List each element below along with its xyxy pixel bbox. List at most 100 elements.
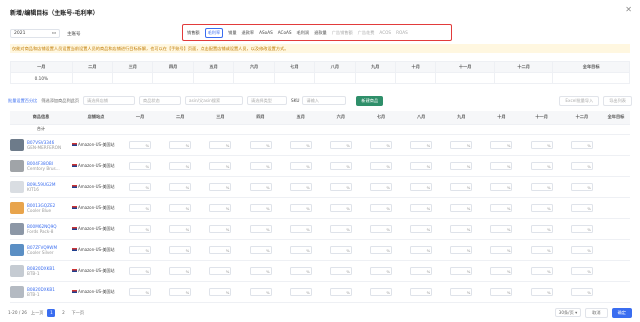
percent-input[interactable]: % [570,140,593,149]
page-size-select[interactable]: 30条/页 ▾ [554,308,582,317]
asin-search-input[interactable]: asin/父asin搜索 [185,96,244,105]
percent-input[interactable]: % [570,245,593,254]
percent-input[interactable]: % [530,140,553,149]
percent-input[interactable]: % [570,161,593,170]
percent-input[interactable]: % [209,287,232,296]
percent-input[interactable]: % [209,140,232,149]
percent-input[interactable]: % [490,161,513,170]
percent-input[interactable]: % [169,182,192,191]
percent-input[interactable]: % [490,203,513,212]
percent-input[interactable]: % [209,245,232,254]
metric-tab-8[interactable]: 广告销售额 [332,30,353,36]
metric-tab-7[interactable]: 退款量 [314,30,327,36]
percent-input[interactable]: % [450,161,473,170]
percent-input[interactable]: % [249,161,272,170]
percent-input[interactable]: % [249,266,272,275]
percent-input[interactable]: % [129,287,152,296]
percent-input[interactable]: % [450,245,473,254]
percent-input[interactable]: % [410,161,433,170]
percent-input[interactable]: % [370,140,393,149]
percent-input[interactable]: % [530,287,553,296]
percent-input[interactable]: % [129,182,152,191]
percent-input[interactable]: % [249,203,272,212]
metric-tab-9[interactable]: 广告花费 [358,30,375,36]
percent-input[interactable]: % [490,287,513,296]
percent-input[interactable]: % [289,224,312,233]
percent-input[interactable]: % [329,266,352,275]
percent-input[interactable]: % [410,287,433,296]
batch-percent-link[interactable]: 批量设置百分比 [8,98,37,104]
percent-input[interactable]: % [530,245,553,254]
metric-tab-6[interactable]: 毛利润 [297,30,310,36]
percent-input[interactable]: % [129,245,152,254]
percent-input[interactable]: % [530,266,553,275]
percent-input[interactable]: % [530,224,553,233]
percent-input[interactable]: % [289,140,312,149]
percent-input[interactable]: % [490,224,513,233]
percent-input[interactable]: % [450,182,473,191]
percent-input[interactable]: % [329,182,352,191]
percent-input[interactable]: % [129,266,152,275]
percent-input[interactable]: % [289,182,312,191]
page-2[interactable]: 2 [59,309,67,317]
percent-input[interactable]: % [570,182,593,191]
percent-input[interactable]: % [490,182,513,191]
percent-input[interactable]: % [530,161,553,170]
percent-input[interactable]: % [410,182,433,191]
percent-input[interactable]: % [169,140,192,149]
next-page-button[interactable]: 下一页 [71,310,84,316]
percent-input[interactable]: % [370,182,393,191]
status-select[interactable]: 商品状态 [139,96,182,105]
percent-input[interactable]: % [249,224,272,233]
percent-input[interactable]: % [410,140,433,149]
metric-tab-2[interactable]: 销量 [228,30,236,36]
percent-input[interactable]: % [289,203,312,212]
percent-input[interactable]: % [450,203,473,212]
metric-tab-0[interactable]: 销售额 [187,30,200,36]
percent-input[interactable]: % [249,245,272,254]
percent-input[interactable]: % [410,245,433,254]
percent-input[interactable]: % [209,161,232,170]
filter-add-link[interactable]: 筛选添加商品到此页 [41,98,79,104]
percent-input[interactable]: % [129,224,152,233]
percent-input[interactable]: % [129,161,152,170]
percent-input[interactable]: % [329,203,352,212]
percent-input[interactable]: % [169,203,192,212]
metric-tab-11[interactable]: ROAS [396,30,408,35]
percent-input[interactable]: % [289,287,312,296]
excel-import-button[interactable]: Excel批量导入 [559,95,600,106]
percent-input[interactable]: % [249,182,272,191]
page-1[interactable]: 1 [47,308,56,317]
percent-input[interactable]: % [329,140,352,149]
percent-input[interactable]: % [209,224,232,233]
percent-input[interactable]: % [450,224,473,233]
percent-input[interactable]: % [370,224,393,233]
percent-input[interactable]: % [490,245,513,254]
percent-input[interactable]: % [169,224,192,233]
add-product-button[interactable]: 新建商品 [356,95,384,106]
percent-input[interactable]: % [410,203,433,212]
percent-input[interactable]: % [570,203,593,212]
percent-input[interactable]: % [370,161,393,170]
percent-input[interactable]: % [209,266,232,275]
percent-input[interactable]: % [370,266,393,275]
percent-input[interactable]: % [209,182,232,191]
percent-input[interactable]: % [169,287,192,296]
percent-input[interactable]: % [249,287,272,296]
metric-tab-4[interactable]: ASoAS [259,30,273,35]
percent-input[interactable]: % [129,203,152,212]
percent-input[interactable]: % [169,161,192,170]
year-select[interactable]: 2021 ▭ [10,29,60,38]
store-select[interactable]: 请选择店铺 [83,96,136,105]
percent-input[interactable]: % [249,140,272,149]
ok-button[interactable]: 确定 [611,307,632,318]
percent-input[interactable]: % [289,266,312,275]
percent-input[interactable]: % [530,182,553,191]
metric-tab-1[interactable]: 毛利率 [204,27,224,38]
percent-input[interactable]: % [570,287,593,296]
prev-page-button[interactable]: 上一页 [31,310,44,316]
metric-tab-5[interactable]: ACoAS [278,30,292,35]
percent-input[interactable]: % [370,287,393,296]
percent-input[interactable]: % [530,203,553,212]
percent-input[interactable]: % [129,140,152,149]
